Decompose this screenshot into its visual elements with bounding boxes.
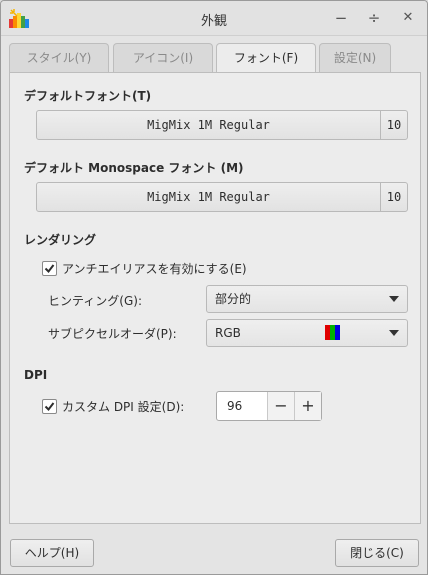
- default-font-name: MigMix 1M Regular: [147, 118, 270, 132]
- title-bar[interactable]: 外観 − ÷ ✕: [1, 1, 427, 36]
- monospace-font-heading: デフォルト Monospace フォント (M): [24, 161, 244, 175]
- subpixel-value: RGB: [215, 326, 241, 340]
- chevron-down-icon: [389, 296, 399, 302]
- hinting-select[interactable]: 部分的: [206, 285, 408, 313]
- tab-icons[interactable]: アイコン(I): [113, 43, 213, 72]
- subpixel-label: サブピクセルオーダ(P):: [48, 327, 177, 341]
- subpixel-select[interactable]: RGB: [206, 319, 408, 347]
- tab-fonts[interactable]: フォント(F): [216, 43, 316, 74]
- minimize-button[interactable]: −: [330, 7, 352, 29]
- maximize-button[interactable]: ÷: [363, 7, 385, 29]
- dpi-increment-button[interactable]: +: [294, 392, 321, 420]
- dpi-decrement-button[interactable]: −: [267, 392, 294, 420]
- dpi-heading: DPI: [24, 368, 48, 382]
- check-icon: [44, 264, 55, 274]
- hinting-label: ヒンティング(G):: [48, 294, 142, 308]
- antialias-checkbox[interactable]: [42, 261, 57, 276]
- default-font-size: 10: [380, 111, 407, 139]
- dpi-value[interactable]: 96: [227, 392, 242, 420]
- chevron-down-icon: [389, 330, 399, 336]
- monospace-font-button[interactable]: MigMix 1M Regular 10: [36, 182, 408, 212]
- hinting-value: 部分的: [215, 292, 252, 306]
- check-icon: [44, 402, 55, 412]
- monospace-font-size: 10: [380, 183, 407, 211]
- close-button[interactable]: 閉じる(C): [335, 539, 419, 567]
- dpi-spinbox[interactable]: 96 − +: [216, 391, 322, 421]
- default-font-heading: デフォルトフォント(T): [24, 89, 152, 103]
- antialias-label[interactable]: アンチエイリアスを有効にする(E): [62, 260, 247, 277]
- custom-dpi-checkbox[interactable]: [42, 399, 57, 414]
- custom-dpi-label[interactable]: カスタム DPI 設定(D):: [62, 398, 184, 415]
- default-font-button[interactable]: MigMix 1M Regular 10: [36, 110, 408, 140]
- tab-style[interactable]: スタイル(Y): [9, 43, 109, 72]
- monospace-font-name: MigMix 1M Regular: [147, 190, 270, 204]
- fonts-panel: デフォルトフォント(T) MigMix 1M Regular 10 デフォルト …: [9, 72, 421, 524]
- rendering-heading: レンダリング: [24, 233, 97, 247]
- rgb-stripes-icon: [325, 325, 340, 340]
- help-button[interactable]: ヘルプ(H): [10, 539, 94, 567]
- close-window-button[interactable]: ✕: [397, 7, 419, 29]
- tab-settings[interactable]: 設定(N): [319, 43, 391, 72]
- appearance-window: 外観 − ÷ ✕ スタイル(Y) アイコン(I) フォント(F) 設定(N) デ…: [0, 0, 428, 575]
